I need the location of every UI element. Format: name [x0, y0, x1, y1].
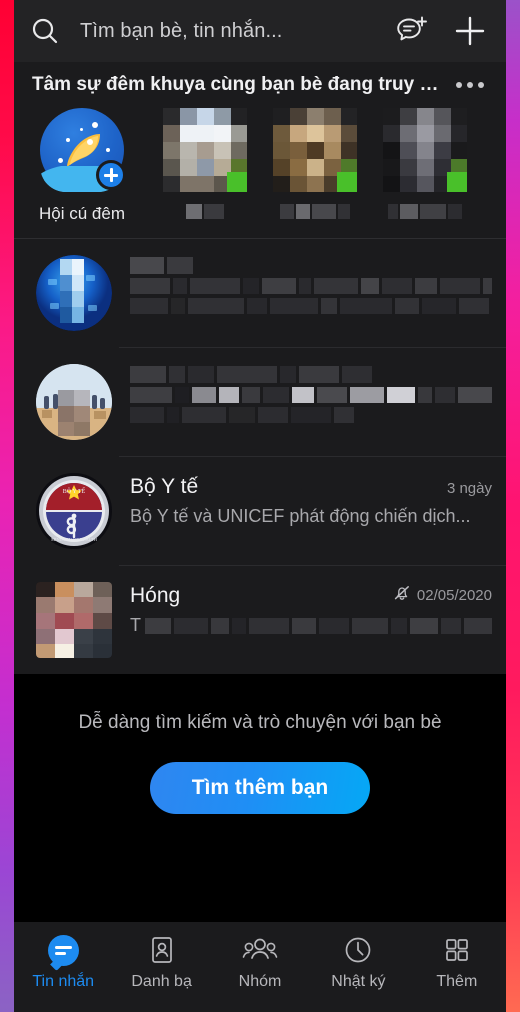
clock-timeline-icon — [343, 934, 373, 966]
nav-item-contacts[interactable]: Danh bạ — [112, 934, 210, 991]
preview-visible-text: T — [130, 615, 141, 635]
stories-section: Tâm sự đêm khuya cùng bạn bè đang truy c… — [14, 62, 506, 238]
list-item-header: Bộ Y tế 3 ngày — [130, 475, 492, 499]
story-create-item[interactable]: Hội cú đêm — [14, 108, 150, 224]
empty-state: Dễ dàng tìm kiếm và trò chuyện với bạn b… — [14, 674, 506, 814]
online-badge — [447, 172, 467, 192]
story-thumbnail — [163, 108, 247, 192]
list-item-time: 02/05/2020 — [393, 584, 492, 606]
nav-item-timeline[interactable]: Nhật ký — [309, 934, 407, 991]
nav-item-groups[interactable]: Nhóm — [211, 934, 309, 991]
list-item-preview-censored — [130, 387, 492, 403]
list-item-title: Bộ Y tế — [130, 475, 199, 498]
list-item-time: 3 ngày — [447, 480, 492, 497]
empty-state-text: Dễ dàng tìm kiếm và trò chuyện với bạn b… — [78, 712, 442, 733]
list-item-preview: T — [130, 615, 492, 636]
stories-header: Tâm sự đêm khuya cùng bạn bè đang truy c… — [14, 62, 506, 102]
list-item-body — [112, 364, 492, 423]
phone-screen: Tìm bạn bè, tin nhắn... Tâm sự đêm khuya… — [14, 0, 506, 1012]
story-item[interactable] — [370, 108, 480, 224]
more-options-icon[interactable] — [456, 82, 488, 88]
new-message-icon[interactable] — [394, 13, 430, 49]
story-thumbnail — [383, 108, 467, 192]
list-item-title: Hóng — [130, 584, 181, 607]
search-icon[interactable] — [24, 10, 66, 52]
svg-text:BỘ Y TẾ: BỘ Y TẾ — [63, 487, 86, 495]
find-friends-button[interactable]: Tìm thêm bạn — [149, 762, 371, 814]
story-item[interactable] — [260, 108, 370, 224]
list-item-body — [112, 255, 492, 314]
message-bubble-icon — [47, 934, 79, 966]
right-bezel-gradient — [506, 0, 520, 1012]
list-item-body: Bộ Y tế 3 ngày Bộ Y tế và UNICEF phát độ… — [112, 473, 492, 527]
avatar — [36, 582, 112, 658]
grid-more-icon — [443, 934, 471, 966]
top-bar: Tìm bạn bè, tin nhắn... — [14, 0, 506, 62]
list-item-body: Hóng 02/05/2020 T — [112, 582, 492, 636]
list-item-header: Hóng 02/05/2020 — [130, 584, 492, 608]
list-item-preview: Bộ Y tế và UNICEF phát động chiến dịch..… — [130, 506, 471, 526]
nav-label: Tin nhắn — [32, 973, 95, 990]
online-badge — [337, 172, 357, 192]
nav-item-messages[interactable]: Tin nhắn — [14, 934, 112, 991]
story-label-censored — [186, 204, 224, 219]
story-label: Hội cú đêm — [39, 204, 125, 223]
stories-title: Tâm sự đêm khuya cùng bạn bè đang truy c… — [32, 74, 446, 95]
topbar-actions — [394, 13, 492, 49]
contacts-card-icon — [148, 934, 176, 966]
plus-badge-icon[interactable] — [96, 160, 126, 190]
stories-row[interactable]: Hội cú đêm — [14, 102, 506, 238]
plus-icon[interactable] — [452, 13, 488, 49]
preview-censored — [145, 617, 492, 634]
group-people-icon — [242, 934, 278, 966]
nav-label: Nhật ký — [331, 973, 386, 990]
search-input[interactable]: Tìm bạn bè, tin nhắn... — [66, 20, 394, 43]
list-item-preview-censored-2 — [130, 407, 492, 423]
bell-muted-icon — [393, 584, 411, 606]
list-item[interactable] — [14, 239, 506, 347]
story-label-censored — [388, 204, 462, 219]
list-item-title-censored — [130, 257, 492, 274]
nav-label: Thêm — [436, 973, 478, 990]
list-item[interactable] — [14, 348, 506, 456]
nav-label: Danh bạ — [131, 973, 192, 990]
list-item-preview-censored — [130, 278, 492, 294]
conversation-list: BỘ Y TẾ MINISTRY OF HEALTH Bộ Y tế 3 ngà… — [14, 239, 506, 674]
list-item[interactable]: Hóng 02/05/2020 T — [14, 566, 506, 674]
bottom-nav: Tin nhắn Danh bạ Nhóm Nhật ký Thêm — [14, 922, 506, 1012]
nav-label: Nhóm — [238, 973, 282, 990]
left-bezel-gradient — [0, 0, 14, 1012]
moon-avatar — [40, 108, 126, 192]
avatar — [36, 364, 112, 440]
timestamp-text: 3 ngày — [446, 480, 492, 497]
nav-item-more[interactable]: Thêm — [408, 934, 506, 991]
list-item-title-censored — [130, 366, 492, 383]
story-label-censored — [280, 204, 350, 219]
avatar — [36, 255, 112, 331]
avatar: BỘ Y TẾ MINISTRY OF HEALTH — [36, 473, 112, 549]
online-badge — [227, 172, 247, 192]
story-thumbnail — [273, 108, 357, 192]
story-item[interactable] — [150, 108, 260, 224]
svg-text:MINISTRY OF HEALTH: MINISTRY OF HEALTH — [51, 537, 98, 542]
timestamp-text: 02/05/2020 — [416, 586, 492, 604]
list-item-preview-censored-2 — [130, 298, 492, 314]
list-item[interactable]: BỘ Y TẾ MINISTRY OF HEALTH Bộ Y tế 3 ngà… — [14, 457, 506, 565]
